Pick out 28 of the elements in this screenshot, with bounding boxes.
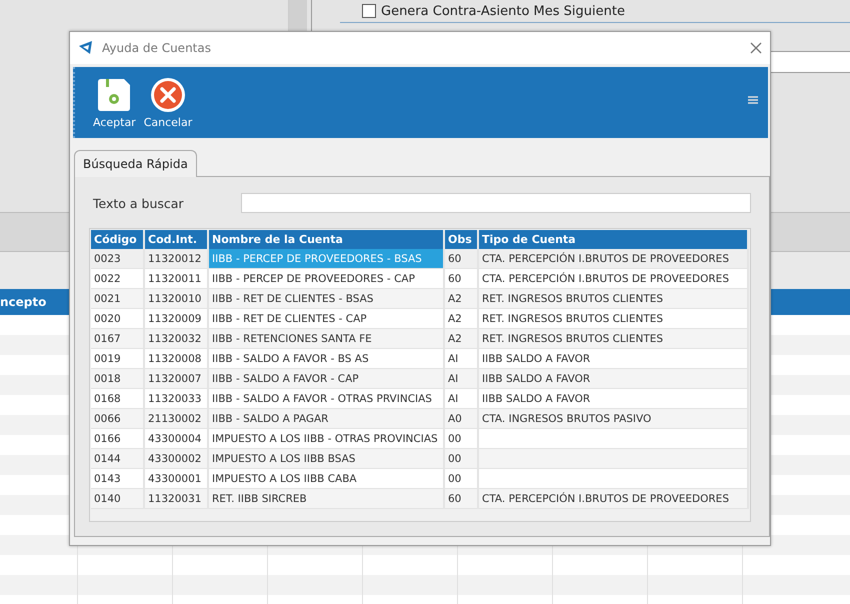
column-header: ncepto [0, 295, 46, 309]
column-header[interactable]: Nombre de la Cuenta [208, 230, 444, 249]
table-cell: 0023 [91, 249, 144, 268]
search-field[interactable] [241, 193, 751, 213]
table-cell: CTA. PERCEPCIÓN I.BRUTOS DE PROVEEDORES [478, 488, 748, 508]
table-cell: 11320012 [144, 249, 208, 268]
table-cell: 11320031 [144, 488, 208, 508]
table-cell: IIBB - PERCEP DE PROVEEDORES - BSAS [208, 249, 444, 268]
checkbox-label: Genera Contra-Asiento Mes Siguiente [381, 4, 625, 18]
table-cell: RET. IIBB SIRCREB [208, 488, 444, 508]
window-title: Ayuda de Cuentas [102, 41, 212, 55]
table-cell: 60 [444, 249, 478, 268]
column-header[interactable]: Cod.Int. [144, 230, 208, 249]
accept-button[interactable]: Aceptar [91, 76, 138, 128]
app-logo-icon [78, 40, 94, 56]
search-label: Texto a buscar [92, 196, 184, 210]
table-cell: CTA. PERCEPCIÓN I.BRUTOS DE PROVEEDORES [478, 249, 748, 268]
column-header[interactable]: Obs [444, 230, 478, 249]
column-header[interactable]: Código [91, 230, 144, 249]
menu-icon[interactable] [748, 96, 758, 104]
table-cell: 0140 [91, 488, 144, 508]
tab[interactable]: Búsqueda Rápida [74, 150, 197, 177]
table-cell: 60 [444, 488, 478, 508]
cancel-icon [150, 76, 186, 112]
cancel-button[interactable]: Cancelar [142, 76, 194, 128]
close-icon[interactable] [750, 42, 762, 54]
checkbox[interactable] [362, 4, 376, 18]
column-header[interactable]: Tipo de Cuenta [478, 230, 748, 249]
